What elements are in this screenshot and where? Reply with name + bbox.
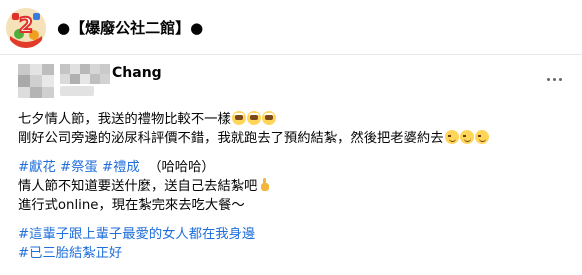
author-name-redacted [60, 64, 110, 84]
post-text: 七夕情人節，我送的禮物比較不一樣 [18, 112, 231, 127]
shocked-face-emoji-icon [246, 111, 261, 125]
post-text: （哈哈哈） [148, 160, 215, 175]
hashtag-link[interactable]: #禮成 [102, 160, 140, 175]
winking-face-emoji-icon [459, 130, 474, 144]
author-name[interactable]: Chang [112, 65, 162, 81]
hashtag-link[interactable]: #獻花 [18, 160, 56, 175]
winking-face-emoji-icon [444, 130, 459, 144]
pinching-hand-emoji-icon [259, 178, 270, 192]
hashtag-link[interactable]: #已三胎結紮正好 [18, 246, 122, 261]
post-line-7: #已三胎結紮正好 [18, 245, 122, 263]
post-line-3: #獻花 #祭蛋 #禮成 （哈哈哈） [18, 159, 215, 177]
hashtag-link[interactable]: #這輩子跟上輩子最愛的女人都在我身邊 [18, 227, 255, 242]
post-text: 情人節不知道要送什麼，送自己去結紮吧 [18, 179, 258, 194]
post-text: 剛好公司旁邊的泌尿科評價不錯，我就跑去了預約結紮，然後把老婆約去 [18, 131, 444, 146]
header-divider [0, 54, 582, 55]
winking-face-emoji-icon [474, 130, 489, 144]
post-line-4: 情人節不知道要送什麼，送自己去結紮吧 [18, 178, 270, 196]
post-text: 進行式online，現在紮完來去吃大餐～ [18, 198, 245, 213]
group-logo-icon[interactable]: 2 [6, 8, 46, 48]
group-title[interactable]: ●【爆廢公社二館】● [57, 17, 203, 38]
post-line-1: 七夕情人節，我送的禮物比較不一樣 [18, 111, 276, 129]
post-line-2: 剛好公司旁邊的泌尿科評價不錯，我就跑去了預約結紮，然後把老婆約去 [18, 130, 489, 148]
shocked-face-emoji-icon [231, 111, 246, 125]
author-avatar[interactable] [18, 64, 54, 98]
svg-text:2: 2 [19, 13, 33, 37]
group-header: 2 ●【爆廢公社二館】● [0, 0, 582, 54]
post-meta-redacted [60, 86, 94, 96]
hashtag-link[interactable]: #祭蛋 [60, 160, 98, 175]
post-line-6: #這輩子跟上輩子最愛的女人都在我身邊 [18, 226, 255, 244]
more-options-icon[interactable] [544, 70, 566, 88]
shocked-face-emoji-icon [261, 111, 276, 125]
post-line-5: 進行式online，現在紮完來去吃大餐～ [18, 197, 245, 215]
